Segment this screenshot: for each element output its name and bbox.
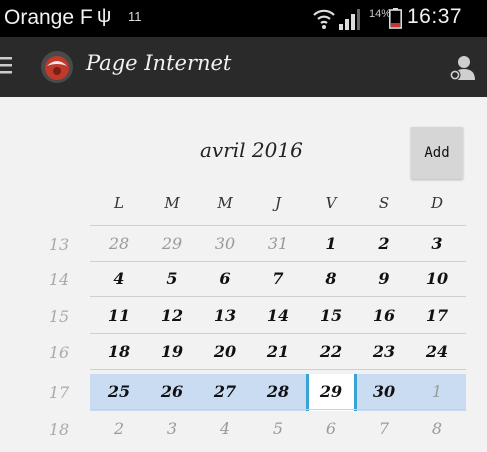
row-divider [90, 369, 466, 370]
wifi-icon [313, 9, 335, 29]
day-cell[interactable]: 3 [152, 414, 192, 444]
week-number: 17 [48, 383, 70, 402]
day-cell[interactable]: 3 [417, 229, 457, 259]
day-cell[interactable]: 25 [99, 377, 139, 407]
day-cell[interactable]: 4 [205, 414, 245, 444]
day-cell[interactable]: 20 [205, 337, 245, 367]
week-number: 14 [48, 270, 70, 289]
day-cell[interactable]: 24 [417, 337, 457, 367]
day-cell[interactable]: 16 [364, 301, 404, 331]
day-cell[interactable]: 7 [258, 264, 298, 294]
day-cell[interactable]: 17 [417, 301, 457, 331]
day-cell[interactable]: 15 [311, 301, 351, 331]
day-cell[interactable]: 13 [205, 301, 245, 331]
week-number: 13 [48, 235, 70, 254]
day-cell[interactable]: 14 [258, 301, 298, 331]
battery-icon [389, 8, 402, 29]
action-bar: Page Internet [0, 37, 487, 97]
day-cell[interactable]: 19 [152, 337, 192, 367]
day-cell[interactable]: 28 [99, 229, 139, 259]
day-header: M [217, 194, 233, 212]
day-cell[interactable]: 30 [364, 377, 404, 407]
day-cell[interactable]: 9 [364, 264, 404, 294]
day-cell[interactable]: 2 [364, 229, 404, 259]
notification-count: 11 [128, 9, 142, 24]
day-cell[interactable]: 31 [258, 229, 298, 259]
day-cell[interactable]: 4 [99, 264, 139, 294]
day-cell[interactable]: 18 [99, 337, 139, 367]
carrier-label: Orange F [4, 6, 93, 29]
week-number: 15 [48, 307, 70, 326]
battery-percent: 14% [369, 8, 392, 20]
day-cell[interactable]: 29 [311, 377, 351, 407]
day-cell[interactable]: 27 [205, 377, 245, 407]
day-header: J [274, 194, 281, 212]
divider [90, 225, 466, 226]
day-cell[interactable]: 1 [417, 377, 457, 407]
app-title: Page Internet [86, 51, 232, 75]
day-cell[interactable]: 21 [258, 337, 298, 367]
day-cell[interactable]: 5 [258, 414, 298, 444]
day-cell[interactable]: 12 [152, 301, 192, 331]
day-header: D [430, 194, 444, 212]
day-cell[interactable]: 28 [258, 377, 298, 407]
week-number: 16 [48, 343, 70, 362]
row-divider [90, 333, 466, 334]
day-cell[interactable]: 7 [364, 414, 404, 444]
account-icon[interactable] [449, 54, 475, 82]
clock: 16:37 [407, 5, 463, 28]
add-button[interactable]: Add [411, 127, 463, 179]
usb-icon: ψ [97, 5, 112, 27]
week-number: 18 [48, 420, 70, 439]
day-header: S [378, 194, 390, 212]
day-cell[interactable]: 30 [205, 229, 245, 259]
day-cell[interactable]: 8 [417, 414, 457, 444]
day-cell[interactable]: 6 [205, 264, 245, 294]
day-cell[interactable]: 11 [99, 301, 139, 331]
day-cell[interactable]: 1 [311, 229, 351, 259]
day-cell[interactable]: 5 [152, 264, 192, 294]
status-bar: Orange F ψ 11 14% 16:37 [0, 0, 487, 37]
day-cell[interactable]: 6 [311, 414, 351, 444]
day-cell[interactable]: 29 [152, 229, 192, 259]
day-cell[interactable]: 10 [417, 264, 457, 294]
signal-icon [339, 9, 360, 30]
day-cell[interactable]: 26 [152, 377, 192, 407]
day-cell[interactable]: 8 [311, 264, 351, 294]
row-divider [90, 409, 466, 410]
row-divider [90, 261, 466, 262]
row-divider [90, 296, 466, 297]
menu-icon[interactable] [0, 55, 14, 75]
app-icon[interactable] [40, 50, 74, 84]
month-title: avril 2016 [200, 138, 303, 162]
day-header: V [325, 194, 337, 212]
day-cell[interactable]: 23 [364, 337, 404, 367]
day-cell[interactable]: 2 [99, 414, 139, 444]
day-header: L [114, 194, 124, 212]
day-header: M [164, 194, 180, 212]
day-cell[interactable]: 22 [311, 337, 351, 367]
